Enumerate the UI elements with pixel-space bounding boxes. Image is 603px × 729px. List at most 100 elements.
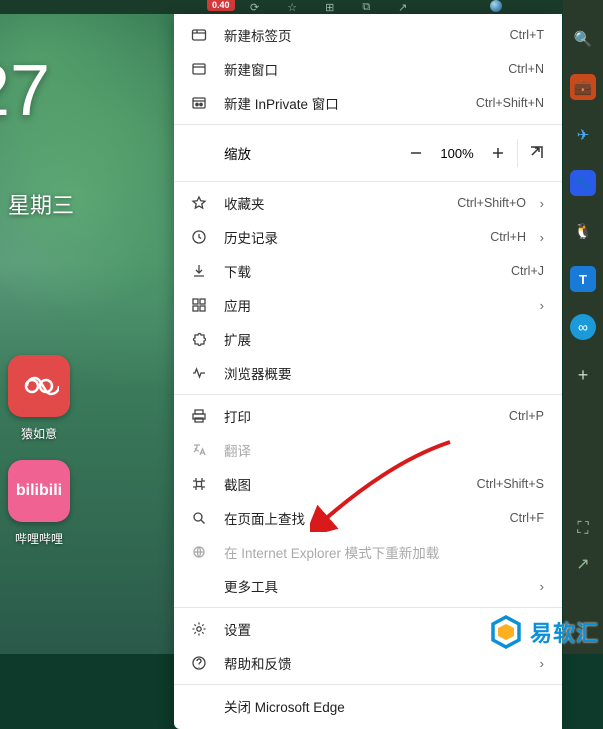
- clock-date: 27: [0, 50, 50, 132]
- zoom-percent: 100%: [433, 146, 481, 161]
- menu-item-label: 扩展: [224, 329, 544, 349]
- menu-item[interactable]: 浏览器概要: [174, 356, 562, 390]
- menu-item-shortcut: Ctrl+Shift+N: [476, 96, 544, 110]
- private-icon: [190, 94, 208, 112]
- menu-item-label: 在页面上查找: [224, 508, 510, 528]
- side-rail: 🔍 💼 ✈ 🐾 🐧 T ∞ + ⛶ ↗: [563, 0, 603, 654]
- weekday-label: 星期三: [8, 188, 74, 220]
- quick-tiles: 猿如意 bilibili 哔哩哔哩: [8, 355, 70, 565]
- menu-item-label: 关闭 Microsoft Edge: [224, 696, 544, 716]
- zoom-out-button[interactable]: [399, 136, 433, 170]
- topbar-icon[interactable]: ⊞: [325, 1, 334, 14]
- ie-icon: [190, 543, 208, 561]
- topbar-icons: ⟳ ☆ ⊞ ⧉ ↗: [250, 1, 407, 14]
- menu-item-shortcut: Ctrl+P: [509, 409, 544, 423]
- menu-item-label: 新建窗口: [224, 59, 508, 79]
- blank-icon: [190, 577, 208, 595]
- menu-item-label: 截图: [224, 474, 477, 494]
- tile-label-1: 哔哩哔哩: [8, 530, 70, 547]
- tile-label-0: 猿如意: [8, 425, 70, 442]
- menu-item[interactable]: 下载Ctrl+J: [174, 254, 562, 288]
- menu-item[interactable]: 关闭 Microsoft Edge: [174, 689, 562, 723]
- menu-item-shortcut: Ctrl+T: [510, 28, 544, 42]
- menu-item[interactable]: 更多工具›: [174, 569, 562, 603]
- chevron-right-icon: ›: [532, 656, 544, 671]
- tile-bilibili[interactable]: bilibili: [8, 460, 70, 522]
- watermark-logo-icon: [488, 614, 524, 650]
- menu-item[interactable]: 打印Ctrl+P: [174, 399, 562, 433]
- history-icon: [190, 228, 208, 246]
- menu-item-label: 应用: [224, 295, 526, 315]
- menu-item-shortcut: Ctrl+N: [508, 62, 544, 76]
- menu-item-label: 新建标签页: [224, 25, 510, 45]
- chevron-right-icon: ›: [532, 298, 544, 313]
- menu-item-shortcut: Ctrl+J: [511, 264, 544, 278]
- download-icon: [190, 262, 208, 280]
- menu-item[interactable]: 在页面上查找Ctrl+F: [174, 501, 562, 535]
- wallpaper: 27 星期三 猿如意 bilibili 哔哩哔哩: [0, 0, 180, 654]
- star-icon: [190, 194, 208, 212]
- rail-briefcase-icon[interactable]: 💼: [570, 74, 596, 100]
- apps-icon: [190, 296, 208, 314]
- menu-separator: [174, 684, 562, 685]
- menu-item-label: 打印: [224, 406, 509, 426]
- menu-item-shortcut: Ctrl+H: [490, 230, 526, 244]
- menu-item-shortcut: Ctrl+Shift+S: [477, 477, 544, 491]
- screenshot-icon: [190, 475, 208, 493]
- profile-avatar[interactable]: [490, 0, 502, 12]
- extension-badge[interactable]: 0.40: [207, 0, 235, 11]
- menu-separator: [174, 607, 562, 608]
- bilibili-logo: bilibili: [16, 482, 62, 500]
- topbar-icon[interactable]: ☆: [287, 1, 297, 14]
- chevron-right-icon: ›: [532, 230, 544, 245]
- menu-item-label: 下载: [224, 261, 511, 281]
- menu-item: 翻译: [174, 433, 562, 467]
- translate-icon: [190, 441, 208, 459]
- blank-icon: [190, 697, 208, 715]
- rail-penguin-icon[interactable]: 🐧: [570, 218, 596, 244]
- menu-item[interactable]: 帮助和反馈 ›: [174, 646, 562, 680]
- menu-item[interactable]: 历史记录Ctrl+H›: [174, 220, 562, 254]
- fullscreen-button[interactable]: [520, 136, 554, 170]
- menu-item-label: 帮助和反馈: [224, 653, 526, 673]
- topbar-icon[interactable]: ↗: [398, 1, 407, 14]
- menu-item[interactable]: 应用 ›: [174, 288, 562, 322]
- topbar-icon[interactable]: ⟳: [250, 1, 259, 14]
- menu-item[interactable]: 收藏夹Ctrl+Shift+O ›: [174, 186, 562, 220]
- puzzle-icon: [190, 330, 208, 348]
- rail-cloud-icon[interactable]: ∞: [570, 314, 596, 340]
- menu-separator: [174, 181, 562, 182]
- rail-share-icon[interactable]: ↗: [576, 554, 589, 574]
- menu-item-shortcut: Ctrl+Shift+O: [457, 196, 526, 210]
- tile-yuanruyi[interactable]: [8, 355, 70, 417]
- gear-icon: [190, 620, 208, 638]
- rail-send-icon[interactable]: ✈: [570, 122, 596, 148]
- menu-item[interactable]: 新建 InPrivate 窗口Ctrl+Shift+N: [174, 86, 562, 120]
- menu-item[interactable]: 新建标签页Ctrl+T: [174, 18, 562, 52]
- zoom-label: 缩放: [224, 143, 324, 163]
- rail-add-icon[interactable]: +: [570, 362, 596, 388]
- chevron-right-icon: ›: [532, 196, 544, 211]
- rail-screenshot-icon[interactable]: ⛶: [577, 520, 588, 538]
- rail-search-icon[interactable]: 🔍: [570, 26, 596, 52]
- menu-item-label: 翻译: [224, 440, 544, 460]
- infinity-icon: [19, 366, 59, 406]
- menu-item-label: 收藏夹: [224, 193, 457, 213]
- topbar-icon[interactable]: ⧉: [362, 1, 370, 14]
- menu-item[interactable]: 扩展: [174, 322, 562, 356]
- menu-item-label: 新建 InPrivate 窗口: [224, 93, 476, 113]
- menu-zoom-row: 缩放 100%: [174, 129, 562, 177]
- chevron-right-icon: ›: [532, 579, 544, 594]
- menu-item-label: 在 Internet Explorer 模式下重新加载: [224, 542, 544, 562]
- window-icon: [190, 60, 208, 78]
- menu-item: 在 Internet Explorer 模式下重新加载: [174, 535, 562, 569]
- watermark: 易软汇: [488, 614, 599, 650]
- rail-paw-icon[interactable]: 🐾: [570, 170, 596, 196]
- menu-item[interactable]: 截图Ctrl+Shift+S: [174, 467, 562, 501]
- rail-app-icon[interactable]: T: [570, 266, 596, 292]
- zoom-in-button[interactable]: [481, 136, 515, 170]
- watermark-text: 易软汇: [530, 616, 599, 648]
- menu-item[interactable]: 新建窗口Ctrl+N: [174, 52, 562, 86]
- pulse-icon: [190, 364, 208, 382]
- menu-item-shortcut: Ctrl+F: [510, 511, 544, 525]
